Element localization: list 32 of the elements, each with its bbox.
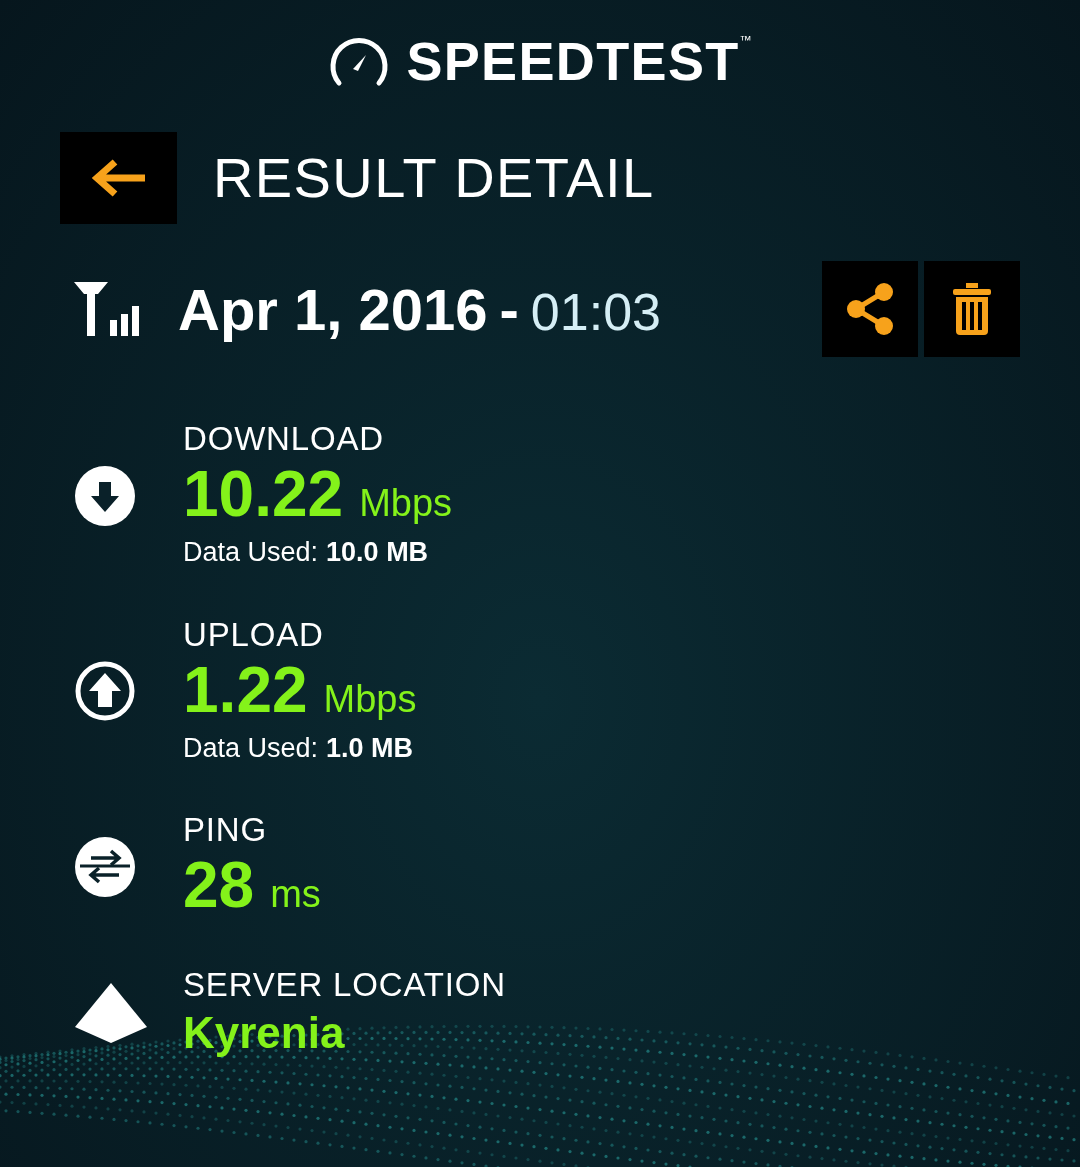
delete-button[interactable] <box>924 261 1020 357</box>
metric-value: 1.22 <box>183 654 308 725</box>
pyramid-icon <box>75 983 147 1043</box>
signal-icon <box>74 282 140 336</box>
metric-unit: Mbps <box>323 676 417 722</box>
download-icon <box>75 465 135 526</box>
date-separator: - <box>499 275 519 344</box>
trash-icon <box>953 283 991 335</box>
metric-value: Kyrenia <box>183 1007 345 1059</box>
logo-text: SPEEDTEST <box>406 34 740 88</box>
metric-label: DOWNLOAD <box>183 419 385 459</box>
metric-value: 10.22 <box>183 459 344 529</box>
data-used-label: Data Used: <box>183 536 319 569</box>
back-arrow-icon <box>90 158 147 198</box>
back-button[interactable] <box>60 132 177 224</box>
transfer-arrows-icon <box>75 836 135 897</box>
data-used-value: 10.0 MB <box>326 536 429 569</box>
metric-value: 28 <box>183 850 255 920</box>
metric-label: SERVER LOCATION <box>183 965 506 1005</box>
page-title: RESULT DETAIL <box>213 145 655 211</box>
upload-icon <box>75 661 135 722</box>
data-used-label: Data Used: <box>183 731 319 765</box>
metric-label: UPLOAD <box>183 614 325 655</box>
share-button[interactable] <box>822 261 918 357</box>
data-used-value: 1.0 MB <box>326 731 414 765</box>
trademark-mark: ™ <box>739 34 752 46</box>
metric-unit: Mbps <box>359 481 453 526</box>
metric-unit: ms <box>270 872 321 917</box>
result-time: 01:03 <box>530 281 661 343</box>
result-date: Apr 1, 2016 <box>178 275 488 344</box>
metric-label: PING <box>183 810 268 850</box>
share-icon <box>846 282 894 336</box>
